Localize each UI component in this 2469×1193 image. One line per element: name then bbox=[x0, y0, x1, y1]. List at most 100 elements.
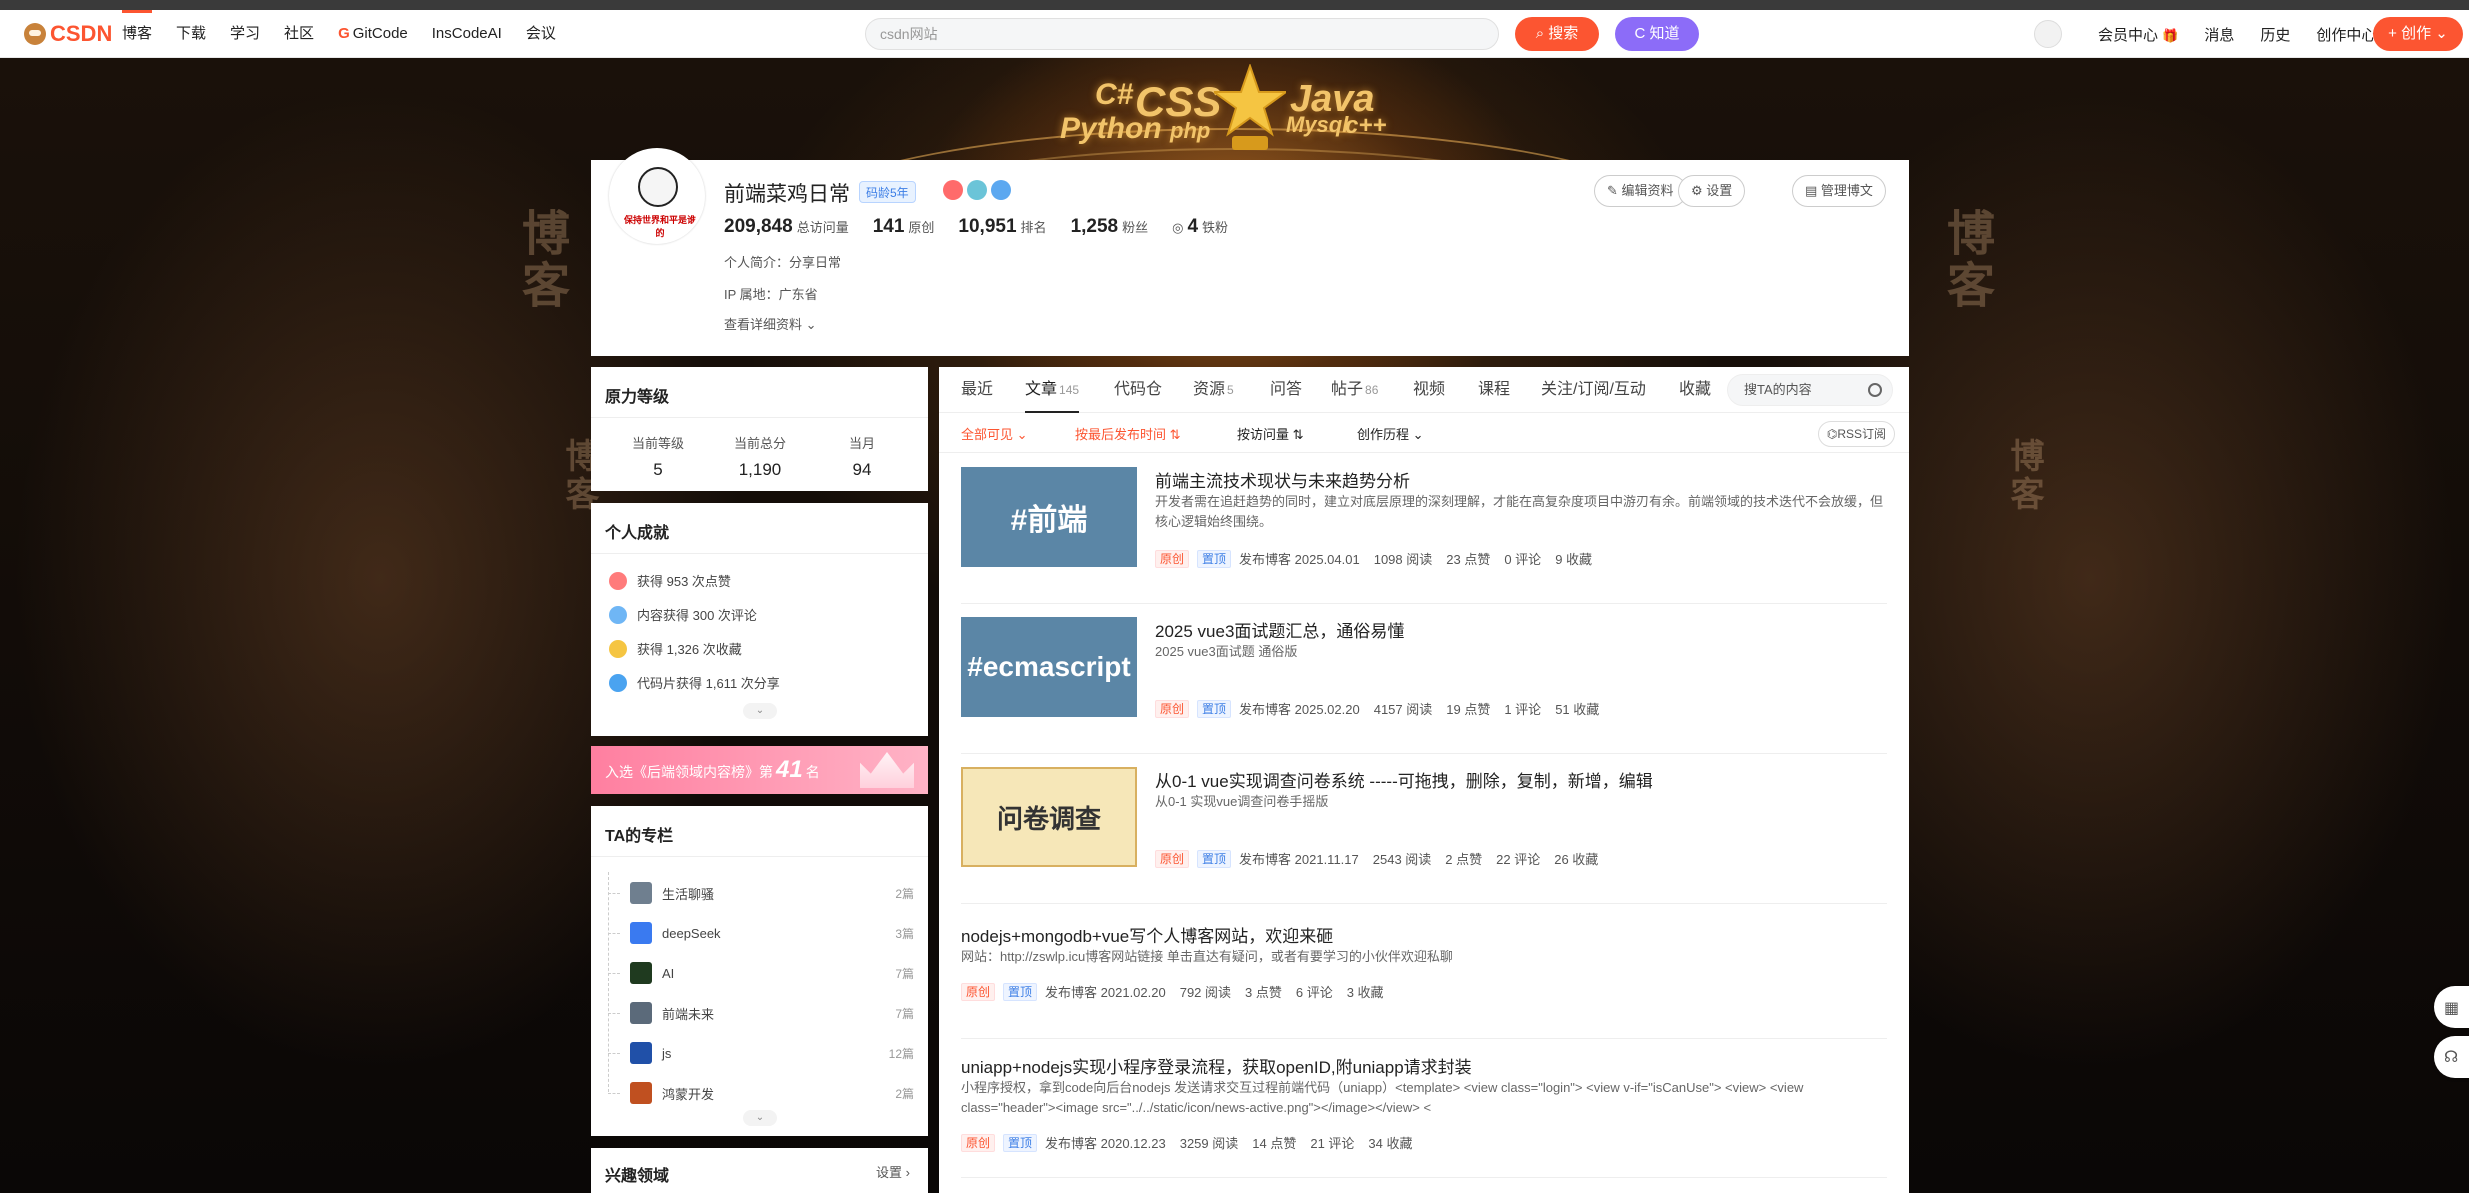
manage-posts-button[interactable]: ▤ 管理博文 bbox=[1792, 175, 1886, 207]
column-count: 7篇 bbox=[895, 1006, 914, 1021]
edit-profile-button[interactable]: ✎ 编辑资料 bbox=[1594, 175, 1687, 207]
article-cover[interactable]: #ecmascript bbox=[961, 617, 1137, 717]
tab-code-repo[interactable]: 代码仓 bbox=[1114, 367, 1162, 413]
tab-qa[interactable]: 问答 bbox=[1270, 367, 1302, 413]
stat-original[interactable]: 141 原创 bbox=[873, 216, 935, 238]
original-tag: 原创 bbox=[1155, 699, 1190, 718]
column-item[interactable]: AI 7篇 bbox=[608, 960, 914, 986]
columns-title: TA的专栏 bbox=[605, 828, 674, 845]
side-decoration-text: 博客 bbox=[2005, 438, 2043, 514]
rank-card: 原力等级 当前等级 5 当前总分 1,190 当月 94 bbox=[591, 367, 928, 491]
create-button[interactable]: + 创作 ⌄ bbox=[2373, 17, 2463, 51]
customer-service-float-button[interactable]: ☊ bbox=[2434, 1036, 2469, 1078]
search-button[interactable]: ⌕ 搜索 bbox=[1515, 17, 1599, 51]
tab-recent[interactable]: 最近 bbox=[961, 367, 993, 413]
nav-meeting[interactable]: 会议 bbox=[526, 10, 556, 58]
nav-inscodeai[interactable]: InsCodeAI bbox=[432, 10, 502, 58]
user-avatar[interactable] bbox=[2034, 20, 2062, 48]
messages-link[interactable]: 消息 bbox=[2204, 24, 2234, 45]
site-search-input[interactable]: csdn网站 bbox=[865, 18, 1499, 50]
rss-button[interactable]: ⌬RSS订阅 bbox=[1817, 421, 1895, 447]
visibility-filter[interactable]: 全部可见 ⌄ bbox=[961, 424, 1028, 443]
settings-button[interactable]: ⚙ 设置 bbox=[1678, 175, 1746, 207]
article-item[interactable]: nodejs+mongodb+vue写个人博客网站，欢迎来砸 网站：http:/… bbox=[961, 922, 1887, 1039]
rank-current-level: 当前等级 5 bbox=[603, 433, 713, 480]
article-item[interactable]: 问卷调查 从0-1 vue实现调查问卷系统 -----可拖拽，删除，复制，新增，… bbox=[961, 767, 1887, 904]
tab-resources[interactable]: 资源 5 bbox=[1193, 367, 1234, 413]
sort-by-time[interactable]: 按最后发布时间 ⇅ bbox=[1075, 424, 1181, 443]
rank-label: 当月 bbox=[848, 436, 875, 451]
tree-branch bbox=[608, 932, 620, 934]
csdn-logo[interactable]: CSDN bbox=[24, 21, 112, 47]
badge-icon[interactable] bbox=[967, 180, 987, 200]
zhidao-button[interactable]: C 知道 bbox=[1615, 17, 1699, 51]
divider bbox=[961, 1038, 1887, 1039]
article-desc: 从0-1 实现vue调查问卷手摇版 bbox=[1155, 794, 1329, 809]
article-title[interactable]: nodejs+mongodb+vue写个人博客网站，欢迎来砸 bbox=[961, 922, 1333, 947]
rank-total-score: 当前总分 1,190 bbox=[705, 433, 815, 480]
banner-word: C# bbox=[1095, 78, 1134, 111]
badge-icon[interactable] bbox=[943, 180, 963, 200]
nav-download[interactable]: 下载 bbox=[176, 10, 206, 58]
tab-label: 视频 bbox=[1413, 381, 1446, 398]
coding-age-badge[interactable]: 码龄5年 bbox=[859, 181, 916, 203]
expand-chevron-icon[interactable]: ⌄ bbox=[743, 703, 777, 719]
pinned-tag: 置顶 bbox=[1197, 699, 1232, 718]
column-item[interactable]: 前端未来 7篇 bbox=[608, 1000, 914, 1026]
column-item[interactable]: 生活聊骚 2篇 bbox=[608, 880, 914, 906]
stat-visits[interactable]: 209,848 总访问量 bbox=[724, 216, 849, 238]
column-name: js bbox=[662, 1045, 672, 1061]
original-tag: 原创 bbox=[961, 982, 996, 1001]
column-thumb bbox=[630, 1002, 652, 1024]
create-button-label: 创作 bbox=[2401, 25, 2432, 42]
article-title[interactable]: 从0-1 vue实现调查问卷系统 -----可拖拽，删除，复制，新增，编辑 bbox=[1155, 767, 1653, 792]
sort-by-views[interactable]: 按访问量 ⇅ bbox=[1237, 424, 1304, 443]
column-item[interactable]: deepSeek 3篇 bbox=[608, 920, 914, 946]
divider bbox=[961, 753, 1887, 754]
profile-detail-link[interactable]: 查看详细资料 ⌄ bbox=[724, 314, 817, 333]
interest-settings-link[interactable]: 设置 › bbox=[876, 1162, 910, 1181]
creator-center-link[interactable]: 创作中心 bbox=[2316, 24, 2376, 45]
article-title[interactable]: uniapp+nodejs实现小程序登录流程，获取openID,附uniapp请… bbox=[961, 1053, 1472, 1078]
tab-favorites[interactable]: 收藏 bbox=[1679, 367, 1711, 413]
article-meta: 原创 置顶 发布博客 2021.11.17 2543 阅读 2 点赞 22 评论… bbox=[1155, 849, 1612, 868]
article-item[interactable]: #ecmascript 2025 vue3面试题汇总，通俗易懂 2025 vue… bbox=[961, 617, 1887, 754]
column-item[interactable]: 鸿蒙开发 2篇 bbox=[608, 1080, 914, 1106]
expand-chevron-icon[interactable]: ⌄ bbox=[743, 1110, 777, 1126]
stat-iron-fans[interactable]: ◎ 4 铁粉 bbox=[1172, 216, 1228, 238]
content-search-input[interactable]: 搜TA的内容 bbox=[1727, 374, 1893, 406]
tab-posts[interactable]: 帖子 86 bbox=[1331, 367, 1378, 413]
article-cover[interactable]: 问卷调查 bbox=[961, 767, 1137, 867]
nav-learn[interactable]: 学习 bbox=[230, 10, 260, 58]
tab-count: 86 bbox=[1365, 383, 1379, 397]
like-icon bbox=[609, 571, 627, 590]
favorite-count: 3 收藏 bbox=[1346, 985, 1384, 1000]
profile-avatar[interactable]: 保持世界和平是谁的 bbox=[609, 148, 705, 244]
tree-branch bbox=[608, 892, 620, 894]
tab-courses[interactable]: 课程 bbox=[1478, 367, 1510, 413]
history-link[interactable]: 历史 bbox=[2260, 24, 2290, 45]
tab-articles[interactable]: 文章 145 bbox=[1025, 367, 1080, 413]
article-item[interactable]: uniapp+nodejs实现小程序登录流程，获取openID,附uniapp请… bbox=[961, 1053, 1887, 1178]
article-item[interactable]: #前端 前端主流技术现状与未来趋势分析 开发者需在追赶趋势的同时，建立对底层原理… bbox=[961, 467, 1887, 604]
column-item[interactable]: js 12篇 bbox=[608, 1040, 914, 1066]
history-filter[interactable]: 创作历程 ⌄ bbox=[1357, 424, 1424, 443]
nav-gitcode[interactable]: G GitCode bbox=[338, 10, 408, 58]
vip-center-link[interactable]: 会员中心 🎁 bbox=[2098, 24, 2178, 45]
tab-follow[interactable]: 关注/订阅/互动 bbox=[1541, 367, 1646, 413]
crown-icon bbox=[860, 752, 914, 788]
nav-community[interactable]: 社区 bbox=[284, 10, 314, 58]
profile-card: 保持世界和平是谁的 前端菜鸡日常 码龄5年 209,848 总访问量 141 原创 … bbox=[591, 148, 1909, 356]
divider bbox=[591, 553, 928, 554]
qrcode-float-button[interactable]: ▦ bbox=[2434, 986, 2469, 1028]
stat-rank[interactable]: 10,951 排名 bbox=[958, 216, 1046, 238]
tab-videos[interactable]: 视频 bbox=[1413, 367, 1445, 413]
nav-blog[interactable]: 博客 bbox=[122, 10, 153, 58]
comment-count: 1 评论 bbox=[1504, 702, 1542, 717]
article-title[interactable]: 2025 vue3面试题汇总，通俗易懂 bbox=[1155, 617, 1404, 642]
article-cover[interactable]: #前端 bbox=[961, 467, 1137, 567]
ranking-banner[interactable]: 入选《后端领域内容榜》第 41 名 bbox=[591, 746, 928, 794]
stat-fans[interactable]: 1,258 粉丝 bbox=[1071, 216, 1149, 238]
article-title[interactable]: 前端主流技术现状与未来趋势分析 bbox=[1155, 467, 1410, 492]
badge-icon[interactable] bbox=[991, 180, 1011, 200]
